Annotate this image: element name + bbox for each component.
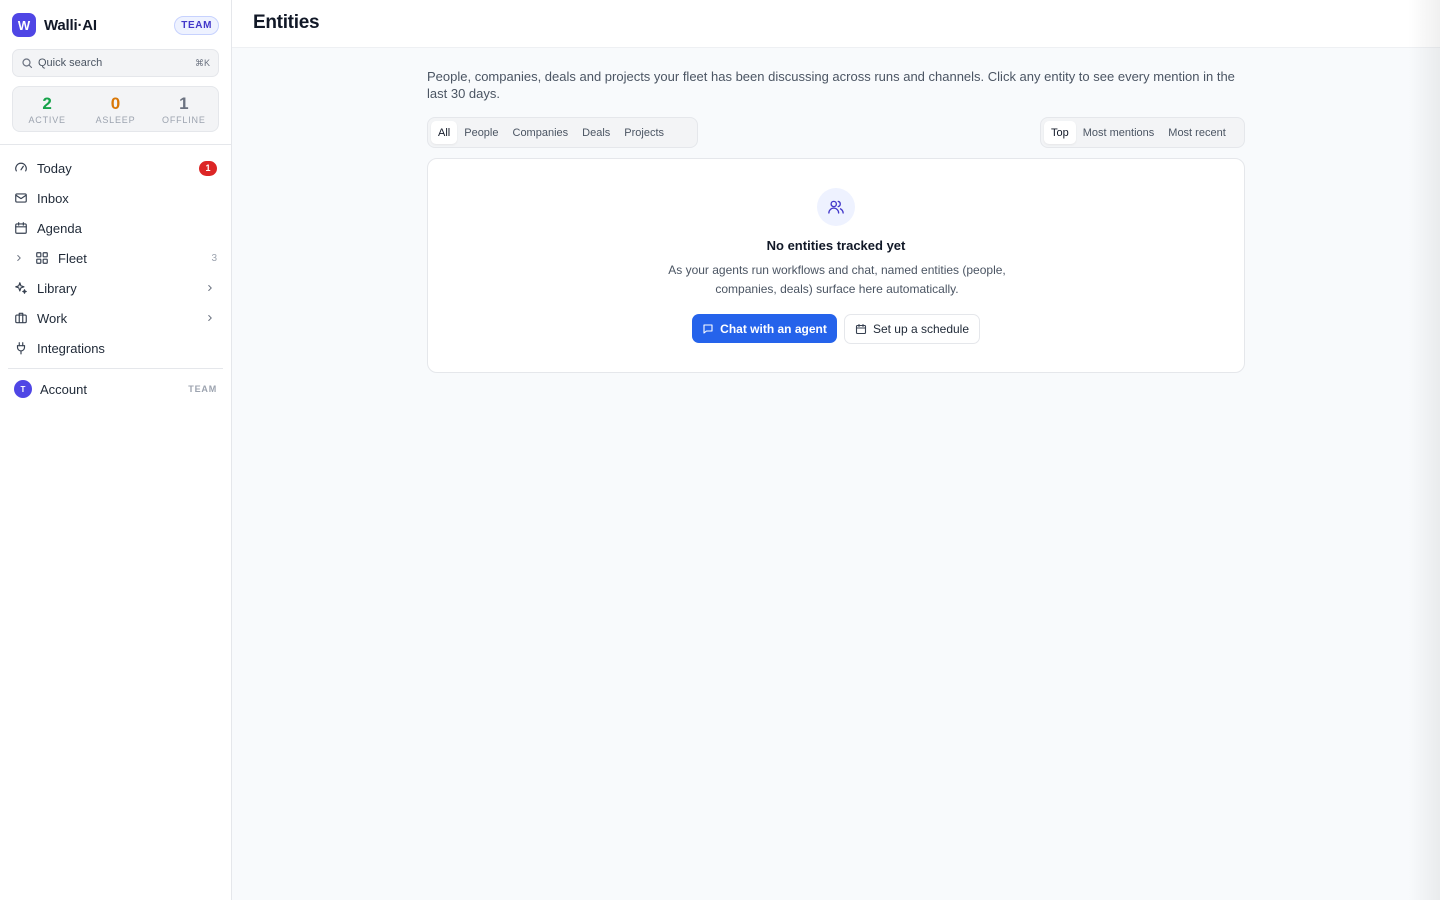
sidebar-item-library[interactable]: Library [8, 274, 223, 302]
sidebar-item-today[interactable]: Today 1 [8, 154, 223, 182]
brand-name[interactable]: Walli·AI [44, 17, 97, 34]
fleet-count: 3 [211, 252, 217, 264]
page-title: Entities [253, 12, 320, 33]
quick-search-input[interactable]: Quick search ⌘K [12, 49, 219, 77]
sidebar-item-work[interactable]: Work [8, 304, 223, 332]
briefcase-icon [14, 311, 28, 325]
calendar-icon [855, 323, 867, 335]
chevron-right-icon [205, 283, 215, 293]
account-label: Account [40, 381, 87, 397]
sort-most-mentions[interactable]: Most mentions [1076, 121, 1162, 144]
calendar-icon [14, 221, 28, 235]
sort-top[interactable]: Top [1044, 121, 1076, 144]
chevron-right-icon [205, 313, 215, 323]
stat-asleep-label: ASLEEP [95, 114, 136, 125]
sidebar-item-agenda[interactable]: Agenda [8, 214, 223, 242]
edge-shadow [1408, 0, 1440, 900]
sparkles-icon [14, 281, 28, 295]
filter-deals[interactable]: Deals [575, 121, 617, 144]
chat-icon [702, 323, 714, 335]
sidebar-divider [0, 144, 231, 145]
account-menu[interactable]: T Account TEAM [8, 376, 223, 402]
sort-toggle: Top Most mentions Most recent [1040, 117, 1245, 148]
avatar: T [14, 380, 32, 398]
brand: W Walli·AI TEAM [12, 13, 219, 37]
sidebar-item-label: Integrations [37, 340, 105, 356]
entity-type-filter: All People Companies Deals Projects [427, 117, 698, 148]
chat-with-agent-label: Chat with an agent [720, 321, 827, 336]
fleet-status-summary: 2 ACTIVE 0 ASLEEP 1 OFFLINE [12, 86, 219, 132]
search-shortcut: ⌘K [194, 57, 210, 68]
mail-icon [14, 191, 28, 205]
sidebar-item-label: Today [37, 160, 72, 176]
stat-active[interactable]: 2 ACTIVE [13, 87, 81, 131]
plan-badge: TEAM [174, 15, 219, 35]
empty-state-title: No entities tracked yet [766, 238, 906, 253]
chat-with-agent-button[interactable]: Chat with an agent [692, 314, 837, 343]
chevron-right-icon[interactable] [14, 251, 24, 265]
stat-offline[interactable]: 1 OFFLINE [150, 87, 218, 131]
sidebar-item-inbox[interactable]: Inbox [8, 184, 223, 212]
sidebar-item-label: Inbox [37, 190, 69, 206]
sidebar-item-fleet[interactable]: Fleet 3 [8, 244, 223, 272]
empty-state-description: As your agents run workflows and chat, n… [668, 263, 1006, 296]
grid-icon [35, 251, 49, 265]
sidebar-item-label: Work [37, 310, 68, 326]
search-icon [21, 57, 33, 69]
users-icon [817, 188, 855, 226]
plug-icon [14, 341, 28, 355]
stat-asleep[interactable]: 0 ASLEEP [81, 87, 149, 131]
stat-active-label: ACTIVE [28, 114, 66, 125]
gauge-icon [14, 161, 28, 175]
stat-active-value: 2 [42, 93, 52, 113]
today-badge: 1 [199, 160, 217, 176]
page-description: People, companies, deals and projects yo… [427, 69, 1235, 101]
sidebar-item-label: Library [37, 280, 77, 296]
sidebar-item-integrations[interactable]: Integrations [8, 334, 223, 362]
sidebar-divider [8, 368, 223, 369]
account-plan-tag: TEAM [188, 384, 217, 394]
set-up-schedule-label: Set up a schedule [872, 322, 970, 336]
empty-state-card: No entities tracked yet As your agents r… [427, 158, 1245, 373]
stat-offline-value: 1 [179, 93, 189, 113]
filter-projects[interactable]: Projects [617, 121, 671, 144]
set-up-schedule-button[interactable]: Set up a schedule [844, 314, 980, 344]
search-placeholder: Quick search [38, 57, 103, 69]
stat-offline-label: OFFLINE [162, 114, 206, 125]
stat-asleep-value: 0 [110, 93, 121, 113]
brand-logo[interactable]: W [12, 13, 36, 37]
sort-most-recent[interactable]: Most recent [1161, 121, 1232, 144]
filter-all[interactable]: All [431, 121, 458, 144]
sidebar-item-label: Agenda [37, 220, 82, 236]
filter-people[interactable]: People [457, 121, 505, 144]
sidebar-item-label: Fleet [58, 250, 87, 266]
topbar: Entities [232, 0, 1440, 48]
filter-companies[interactable]: Companies [506, 121, 576, 144]
sidebar: W Walli·AI TEAM Quick search ⌘K 2 ACTIVE… [0, 0, 232, 900]
